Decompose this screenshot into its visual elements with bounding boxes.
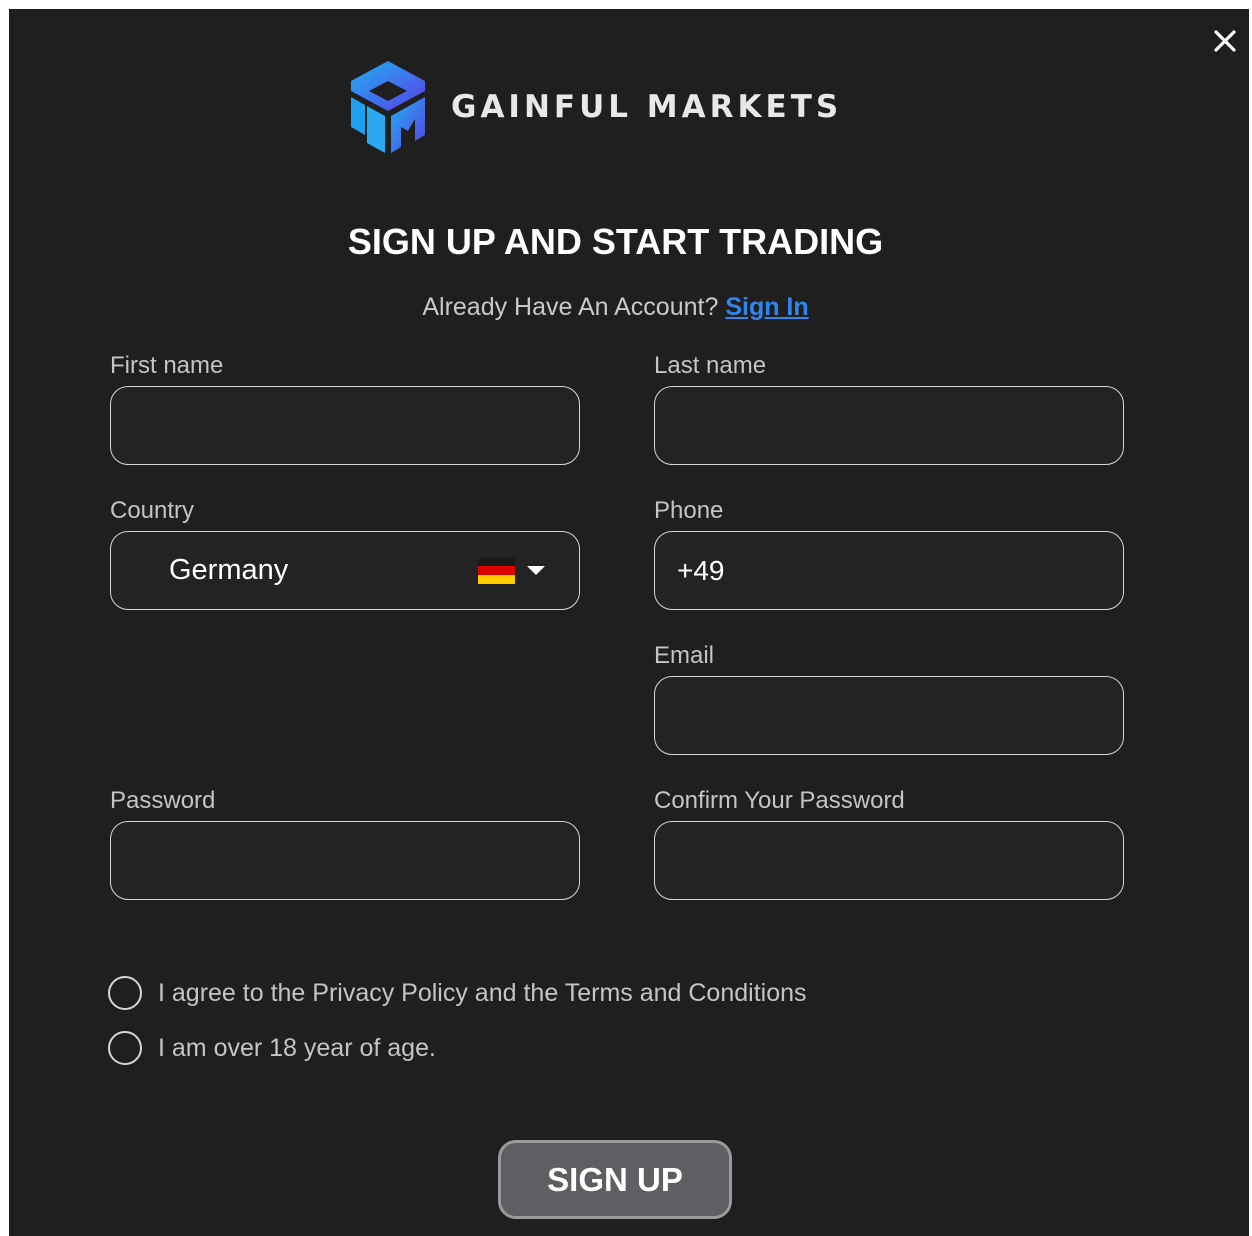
gm-cube-logo-icon xyxy=(351,61,425,153)
country-label: Country xyxy=(110,497,195,524)
confirm-password-field xyxy=(654,821,1124,900)
country-value: Germany xyxy=(169,554,289,586)
germany-flag-icon xyxy=(478,557,515,584)
page-title: SIGN UP AND START TRADING xyxy=(347,221,884,262)
email-input[interactable] xyxy=(655,677,1123,754)
confirm-password-input[interactable] xyxy=(655,822,1123,899)
privacy-consent-radio[interactable] xyxy=(108,976,142,1010)
chevron-down-icon xyxy=(527,566,545,575)
signup-modal: GAINFUL MARKETS SIGN UP AND START TRADIN… xyxy=(9,9,1249,1236)
age-consent-row: I am over 18 year of age. xyxy=(108,1031,436,1065)
first-name-input[interactable] xyxy=(111,387,579,464)
last-name-label: Last name xyxy=(654,352,767,379)
email-field xyxy=(654,676,1124,755)
account-prompt-text: Already Have An Account? xyxy=(422,293,719,321)
password-label: Password xyxy=(110,787,216,814)
brand-name: GAINFUL MARKETS xyxy=(451,89,843,125)
privacy-consent-row: I agree to the Privacy Policy and the Te… xyxy=(108,976,807,1010)
age-consent-label: I am over 18 year of age. xyxy=(158,1033,436,1062)
email-label: Email xyxy=(654,642,715,669)
brand-logo: GAINFUL MARKETS xyxy=(345,57,842,157)
last-name-input[interactable] xyxy=(655,387,1123,464)
phone-label: Phone xyxy=(654,497,724,524)
password-input[interactable] xyxy=(111,822,579,899)
first-name-field xyxy=(110,386,580,465)
close-button[interactable] xyxy=(1211,27,1239,55)
account-prompt: Already Have An Account? Sign In xyxy=(9,293,1222,322)
last-name-field xyxy=(654,386,1124,465)
close-icon xyxy=(1214,30,1236,52)
sign-in-link[interactable]: Sign In xyxy=(725,293,808,321)
country-select[interactable]: Germany xyxy=(110,531,580,610)
first-name-label: First name xyxy=(110,352,224,379)
sign-up-button[interactable]: SIGN UP xyxy=(498,1140,732,1219)
confirm-password-label: Confirm Your Password xyxy=(654,787,905,814)
age-consent-radio[interactable] xyxy=(108,1031,142,1065)
phone-field xyxy=(654,531,1124,610)
password-field xyxy=(110,821,580,900)
privacy-consent-label: I agree to the Privacy Policy and the Te… xyxy=(158,978,807,1007)
phone-input[interactable] xyxy=(655,532,1123,609)
